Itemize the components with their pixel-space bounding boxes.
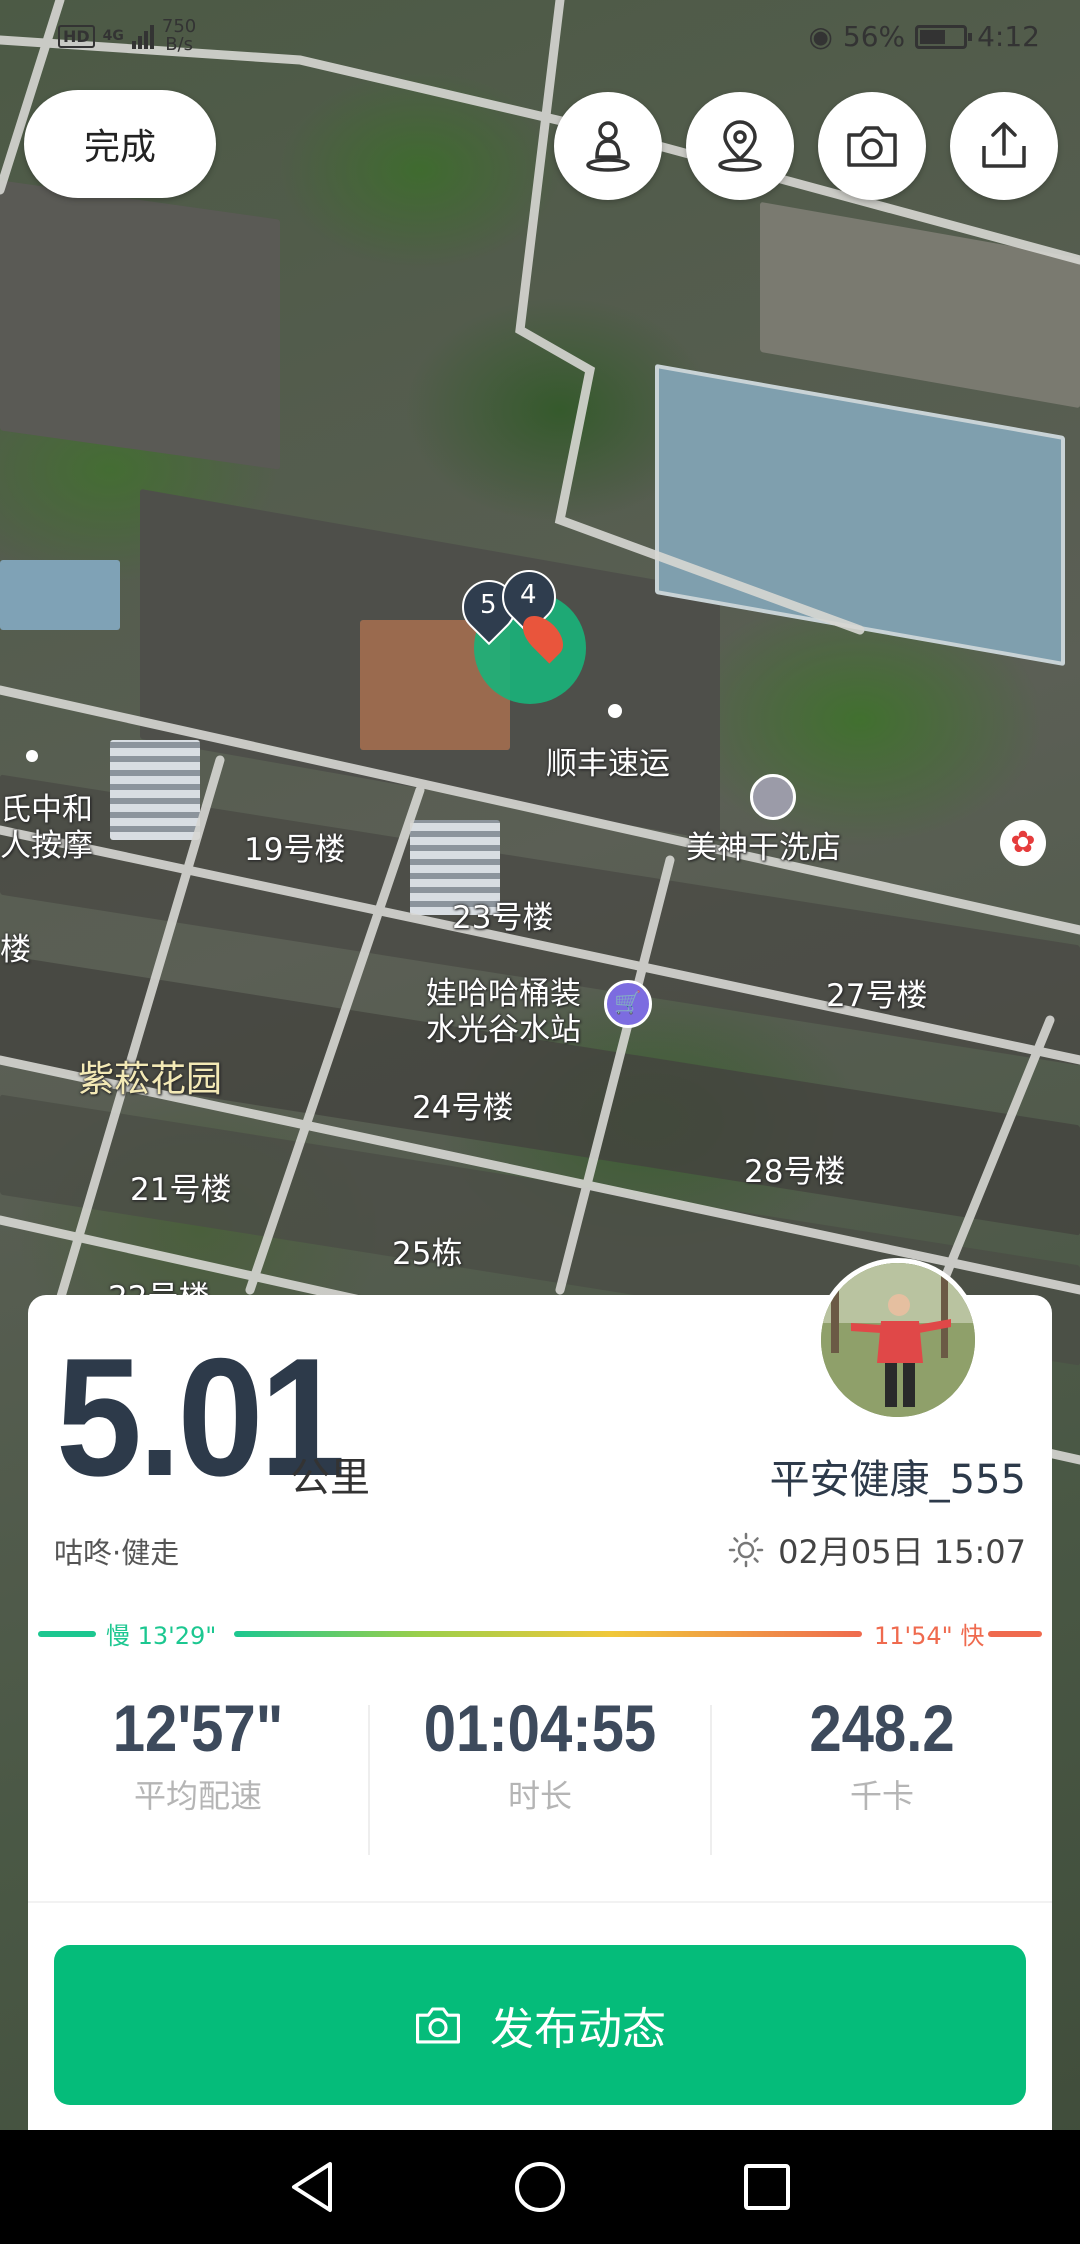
track-marker-5-label: 5 [480, 590, 497, 620]
poi-label[interactable]: 水光谷水站 [426, 1004, 581, 1049]
username[interactable]: 平安健康_555 [770, 1447, 1026, 1505]
pace-line-right [988, 1631, 1042, 1637]
building-label: 27号楼 [826, 978, 928, 1014]
hd-badge: HD [58, 24, 95, 48]
pace-gradient-bar: 慢 13'29" 11'54" 快 [38, 1611, 1042, 1655]
shop-cart-icon[interactable]: 🛒 [604, 980, 652, 1028]
poi-dot [26, 750, 38, 762]
workout-datetime: 02月05日 15:07 [778, 1533, 1026, 1571]
district-label: 紫菘花园 [78, 1059, 223, 1100]
china-unicom-icon[interactable]: ✿ [1000, 820, 1046, 866]
poi-label[interactable]: 人按摩 [0, 820, 93, 865]
battery-percent: 56% [842, 20, 906, 53]
location-pin-icon [718, 120, 762, 172]
card-divider [28, 1901, 1052, 1903]
building-label: 24号楼 [412, 1090, 514, 1126]
avatar[interactable] [816, 1258, 980, 1422]
building-label: 23号楼 [452, 900, 554, 936]
location-pin-button[interactable] [686, 92, 794, 200]
battery-icon [915, 24, 973, 49]
clock: 4:12 [977, 20, 1040, 53]
weather-date: 02月05日 15:07 [728, 1527, 1026, 1573]
building-label: 28号楼 [744, 1154, 846, 1190]
status-bar: HD 4G 750 B/s ◉ 56% 4:12 [0, 0, 1080, 80]
publish-post-label: 发布动态 [490, 2004, 666, 2055]
pace-line-left [38, 1631, 96, 1637]
poi-label[interactable]: 顺丰速运 [546, 738, 670, 783]
back-icon[interactable] [288, 2160, 338, 2214]
poi-dot [608, 704, 622, 718]
done-button[interactable]: 完成 [24, 90, 216, 198]
building-label: 楼 [0, 932, 31, 968]
publish-post-button[interactable]: 发布动态 [54, 1945, 1026, 2105]
share-icon [982, 122, 1026, 168]
building-label: 21号楼 [130, 1172, 232, 1208]
distance-unit: 公里 [290, 1455, 370, 1501]
pace-fast-label: 11'54" 快 [874, 1622, 985, 1650]
system-nav-bar [0, 2130, 1080, 2244]
pace-slow-label: 慢 13'29" [106, 1622, 217, 1650]
track-marker-4-label: 4 [520, 580, 537, 610]
person-pin-button[interactable] [554, 92, 662, 200]
pace-line-gradient [234, 1631, 862, 1637]
stat-duration: 01:04:55 时长 [423, 1691, 657, 1815]
building-label: 25栋 [392, 1236, 463, 1272]
laundry-icon[interactable] [750, 774, 796, 820]
home-icon[interactable] [513, 2160, 567, 2214]
eye-comfort-icon: ◉ [808, 20, 833, 53]
sport-type: 咕咚·健走 [54, 1536, 180, 1570]
camera-icon [847, 126, 897, 167]
sun-icon [728, 1532, 764, 1568]
network-speed: 750 B/s [161, 16, 197, 55]
recents-icon[interactable] [742, 2162, 792, 2212]
camera-button[interactable] [818, 92, 926, 200]
poi-label[interactable]: 美神干洗店 [686, 822, 841, 867]
signal-icon [131, 23, 154, 49]
network-type: 4G [102, 28, 124, 44]
stat-avg-pace: 12'57" 平均配速 [112, 1691, 284, 1815]
stat-calories: 248.2 千卡 [809, 1691, 955, 1815]
camera-icon [416, 2007, 460, 2044]
person-pin-icon [586, 121, 630, 172]
building-label: 19号楼 [244, 832, 346, 868]
share-button[interactable] [950, 92, 1058, 200]
